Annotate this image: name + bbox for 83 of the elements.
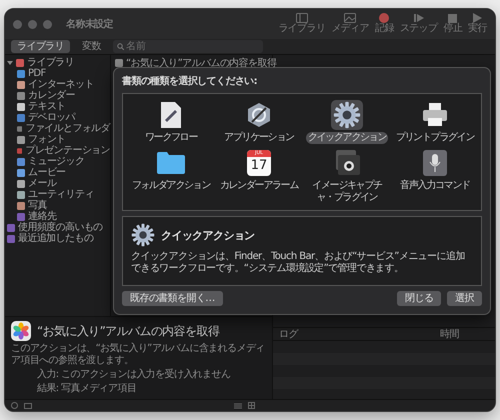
gear-icon [131,223,155,247]
search-icon [116,43,124,50]
sidebar-item[interactable]: PDF [28,68,46,79]
document-type-option[interactable]: カレンダーアラーム [218,180,300,192]
circle-icon[interactable] [11,402,18,409]
document-type-option[interactable]: アプリケーション [222,132,296,144]
tile-icon [17,212,25,220]
sidebar-item[interactable]: フォント [28,134,66,145]
dialog-title: 書類の種類を選択してください: [122,74,258,88]
tile-icon [17,80,25,88]
robot-icon [246,102,272,128]
document-type-option[interactable]: イメージキャプチャ・プラグイン [305,180,389,204]
tile-icon [17,202,25,210]
sidebar-item[interactable]: デベロッパ [28,112,76,123]
search-field[interactable]: 名前 [112,40,263,53]
step-icon [414,13,424,23]
type-title: クイックアクション [161,228,255,242]
tile-icon [16,58,24,66]
tile-icon [17,70,25,78]
record-icon [379,13,390,23]
panel-icon[interactable] [24,402,32,408]
tile-icon [17,114,25,122]
close-button[interactable] [13,20,22,28]
sidebar-item[interactable]: ムービー [28,167,66,178]
input-info: 入力: このアクションは入力を受け入れません [36,369,232,381]
dialog-button[interactable]: 選択 [447,291,482,306]
tile-icon [17,168,25,176]
gear-icon [333,101,361,129]
column-header: ログ [279,328,298,341]
tile-icon [17,124,22,132]
sidebar-icon [296,13,308,23]
document-icon [161,102,181,128]
tile-icon [115,59,123,67]
tile-icon [17,180,25,188]
sidebar-item[interactable]: 使用頻度の高いもの [18,222,103,233]
minimize-button[interactable] [28,20,37,28]
grid-icon[interactable] [248,402,255,409]
sidebar-item[interactable]: メール [28,178,56,189]
microphone-icon [423,150,447,176]
tile-icon [17,102,25,110]
photo-icon [344,13,356,23]
disclosure-icon[interactable] [7,60,13,66]
zoom-button[interactable] [43,20,52,28]
sidebar-item[interactable]: ライブラリ [27,57,74,68]
printer-icon [422,103,448,127]
document-type-option[interactable]: 音声入力コマンド [398,180,472,192]
stop-icon [448,14,458,23]
document-type-option[interactable]: クイックアクション [306,132,388,144]
document-type-option[interactable]: ワークフロー [142,132,200,144]
column-header: 時間 [440,328,459,341]
sidebar-item[interactable]: ファイルとフォルダ [25,123,110,134]
tile-icon [7,224,15,232]
sidebar-item[interactable]: カレンダー [28,90,76,101]
sidebar-item[interactable]: プレゼンテーション [25,145,110,156]
action-title: “お気に入り”アルバムの内容を取得 [37,322,220,340]
list-icon[interactable] [234,402,242,408]
sidebar-item[interactable]: ミュージック [28,156,84,167]
sidebar-item[interactable]: 写真 [28,200,47,211]
dialog-button[interactable]: 閉じる [396,291,442,306]
tile-icon [17,158,25,166]
view-tab[interactable]: 変数 [76,40,107,53]
result-info: 結果: 写真メディア項目 [36,383,138,395]
tile-icon [17,136,25,144]
dialog-button[interactable]: 既存の書類を開く… [122,291,223,306]
tile-icon [7,234,15,242]
folder-icon [157,152,185,174]
window-title: 名称未設定 [66,17,114,31]
tile-icon [17,146,22,154]
sidebar-item[interactable]: ユーティリティ [28,189,94,200]
view-tab[interactable]: ライブラリ [11,40,70,53]
flower-icon [11,321,31,341]
tile-icon [17,92,25,100]
document-type-option[interactable]: フォルダアクション [130,180,212,192]
sidebar-item[interactable]: インターネット [28,79,94,90]
sidebar-item[interactable]: テキスト [28,101,66,112]
play-icon [473,13,482,23]
action-description: このアクションは、“お気に入り”アルバムに含まれるメディア項目への参照を渡します。 [11,343,266,367]
sidebar-item[interactable]: 連絡先 [28,211,56,222]
tile-icon [17,190,25,198]
sidebar-item[interactable]: 最近追加したもの [18,233,94,244]
document-type-option[interactable]: プリントプラグイン [394,132,476,144]
camera-icon [334,150,360,176]
type-description: クイックアクションは、Finder、Touch Bar、および“サービス”メニューに追加できるワークフローです。“システム環境設定”で管理できます。 [131,251,466,275]
